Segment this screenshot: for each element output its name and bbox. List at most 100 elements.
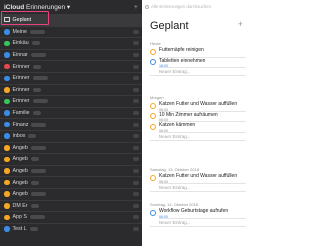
sidebar-item-label: Inbox — [12, 133, 26, 140]
search-input[interactable]: Alle Erinnerungen durchsuchen — [151, 4, 211, 9]
sidebar-item-label: Einnar — [12, 52, 28, 59]
date-section: Samstag, 13. Oktober 2018 Katzen Futter u… — [150, 167, 246, 192]
item-count-badge — [133, 29, 139, 34]
sidebar-item-label: App S — [12, 214, 27, 221]
item-count-badge — [133, 215, 139, 220]
list-color-dot-icon — [4, 145, 10, 151]
item-count-badge — [133, 64, 139, 69]
sidebar-item[interactable]: Angeb — [0, 141, 142, 154]
sidebar-item-label: Angeb — [12, 144, 28, 151]
reminder-time: 18:00 — [159, 64, 168, 68]
complete-checkbox[interactable] — [150, 209, 156, 216]
reminder-row[interactable]: Workflow Geburtstage aufrufen 06:00 — [150, 208, 246, 219]
reminder-row[interactable]: 10 Min Zimmer aufräumen 06:00 — [150, 112, 246, 122]
item-count-badge — [133, 157, 139, 162]
item-count-badge — [133, 226, 139, 231]
list-color-dot-icon — [4, 110, 10, 116]
sidebar-item[interactable]: Erinner — [0, 95, 142, 107]
redacted-text — [32, 76, 48, 81]
sidebar-item[interactable]: Erinner — [0, 83, 142, 96]
sidebar-item[interactable]: Angeb — [0, 153, 142, 165]
redacted-text — [28, 134, 37, 139]
new-entry-button[interactable]: Neuer Eintrag... — [150, 219, 246, 227]
sidebar-item[interactable]: Erinner — [0, 60, 142, 72]
list-color-dot-icon — [4, 168, 10, 174]
list-color-dot-icon — [4, 98, 10, 105]
reminder-row[interactable]: Katzen kämmen 06:00 — [150, 122, 246, 133]
reminder-row[interactable]: Katzen Futter und Wasser auffüllen 06:00 — [150, 101, 246, 112]
search-icon — [145, 4, 149, 9]
sidebar-item-label: Meine — [12, 28, 27, 35]
item-count-badge — [133, 145, 139, 150]
reminder-row[interactable]: Tabletten einnehmen 18:00 — [150, 58, 246, 68]
list-color-dot-icon — [4, 179, 10, 186]
redacted-text — [30, 145, 46, 150]
main-panel: Alle Erinnerungen durchsuchen Geplant + … — [142, 0, 250, 246]
list-color-dot-icon — [4, 29, 10, 35]
item-count-badge — [133, 180, 139, 185]
date-section: Sonntag, 14. Oktober 2018 Workflow Geburt… — [150, 202, 246, 227]
reminder-text: Katzen Futter und Wasser auffüllen 06:00 — [159, 101, 246, 112]
list-color-dot-icon — [4, 226, 10, 232]
complete-checkbox[interactable] — [150, 123, 156, 130]
item-count-badge — [133, 111, 139, 116]
reminder-time: 06:00 — [159, 214, 168, 219]
complete-checkbox[interactable] — [150, 102, 156, 109]
sidebar-item-label: Test L — [12, 225, 27, 232]
redacted-text — [29, 29, 45, 34]
sidebar-item[interactable]: Einkäu — [0, 37, 142, 49]
sidebar-item-label: Erinner — [12, 98, 30, 105]
reminders-app: iCloud Erinnerungen ▾ + Geplant Meine Eink… — [0, 0, 250, 246]
item-count-badge — [133, 99, 139, 104]
list-of-lists: Geplant Meine Einkäu Einnar Erinner Erinner Er… — [0, 14, 142, 234]
complete-checkbox[interactable] — [150, 59, 156, 65]
redacted-text — [32, 64, 41, 69]
list-color-dot-icon — [4, 133, 10, 139]
redacted-text — [30, 192, 46, 197]
page-title: Geplant — [150, 20, 189, 32]
sidebar-item-label: Angeb — [12, 168, 28, 175]
date-section: Morgen Katzen Futter und Wasser auffüllen… — [150, 95, 246, 141]
item-count-badge — [133, 192, 139, 197]
sidebar-item[interactable]: Inbox — [0, 129, 142, 142]
reminder-row[interactable]: Katzen Futter und Wasser auffüllen 06:00 — [150, 173, 246, 184]
new-entry-button[interactable]: Neuer Eintrag... — [150, 133, 246, 141]
sidebar-item[interactable]: Einnar — [0, 48, 142, 61]
sidebar-item-label: Angeb — [12, 191, 28, 198]
sidebar-item[interactable]: Erinner — [0, 71, 142, 84]
app-switcher[interactable]: iCloud Erinnerungen ▾ — [4, 3, 70, 11]
sidebar-item[interactable]: Angeb — [0, 164, 142, 177]
sidebar-item[interactable]: Angeb — [0, 187, 142, 200]
list-color-dot-icon — [4, 87, 10, 93]
add-reminder-button[interactable]: + — [238, 20, 243, 29]
redacted-text — [30, 53, 46, 58]
complete-checkbox[interactable] — [150, 48, 156, 55]
item-count-badge — [133, 203, 139, 208]
redacted-text — [30, 157, 39, 162]
new-entry-button[interactable]: Neuer Eintrag... — [150, 68, 246, 76]
sidebar-item[interactable]: App S — [0, 211, 142, 223]
search-bar[interactable]: Alle Erinnerungen durchsuchen — [145, 3, 247, 10]
sidebar-item[interactable]: Meine — [0, 25, 142, 38]
list-color-dot-icon — [4, 214, 10, 221]
sidebar-item[interactable]: Angeb — [0, 176, 142, 188]
add-list-button[interactable]: + — [134, 4, 138, 11]
sidebar-item[interactable]: DM Er — [0, 199, 142, 212]
reminder-text: Tabletten einnehmen 18:00 — [159, 58, 246, 68]
reminder-time: 06:00 — [159, 179, 168, 184]
redacted-text — [29, 215, 45, 220]
complete-checkbox[interactable] — [150, 113, 156, 119]
list-color-dot-icon — [4, 63, 10, 70]
complete-checkbox[interactable] — [150, 174, 156, 181]
new-entry-button[interactable]: Neuer Eintrag... — [150, 184, 246, 192]
sidebar-item[interactable]: Test L — [0, 222, 142, 235]
date-section: Heute Futternäpfe reinigen Tabletten einne… — [150, 41, 246, 76]
item-count-badge — [133, 87, 139, 92]
redacted-text — [32, 111, 41, 116]
sidebar-item-label: Einkäu — [12, 40, 29, 47]
reminder-row[interactable]: Futternäpfe reinigen — [150, 47, 246, 58]
sidebar-item[interactable]: Familie — [0, 106, 142, 119]
sidebar-item[interactable]: Finanz — [0, 118, 142, 130]
sidebar-item-label: Erinner — [12, 75, 30, 82]
reminder-text: Workflow Geburtstage aufrufen 06:00 — [159, 208, 246, 219]
